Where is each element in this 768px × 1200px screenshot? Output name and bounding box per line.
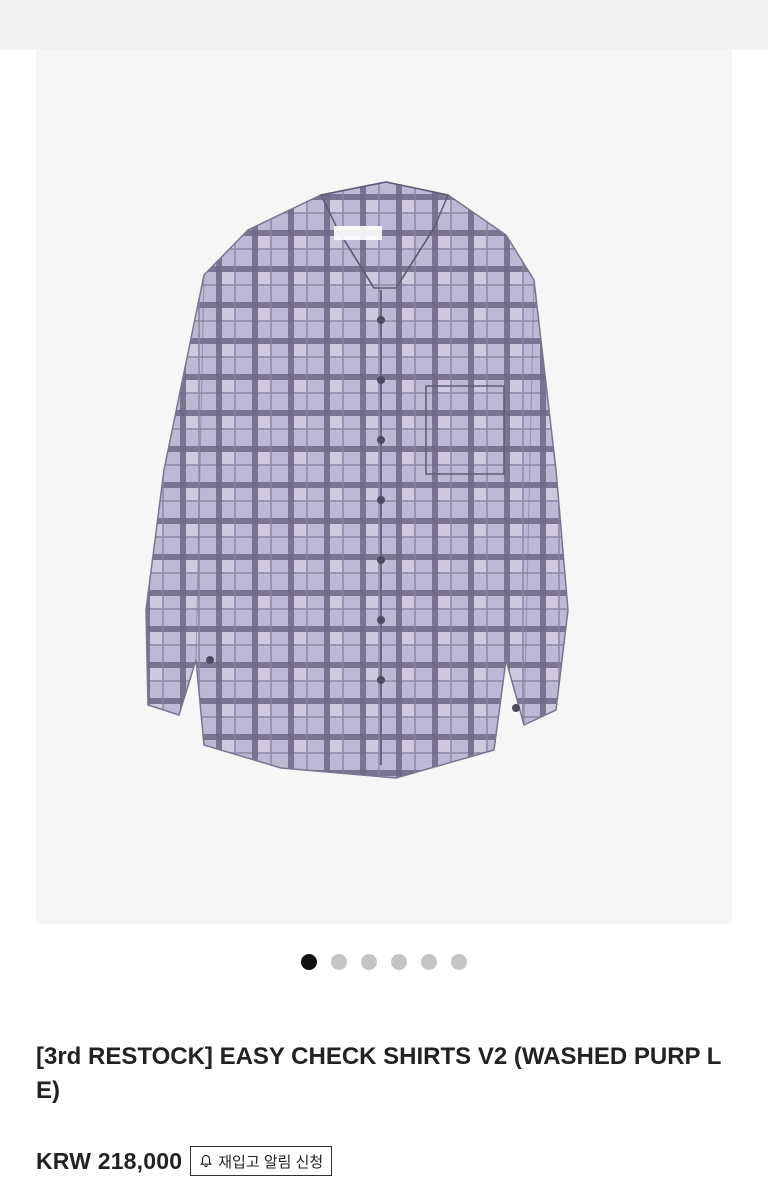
carousel-dot-4[interactable] (391, 954, 407, 970)
carousel-dot-6[interactable] (451, 954, 467, 970)
price-row: KRW 218,000 재입고 알림 신청 (36, 1144, 333, 1178)
restock-notify-button[interactable]: 재입고 알림 신청 (190, 1146, 333, 1176)
restock-notify-label: 재입고 알림 신청 (218, 1153, 324, 1171)
product-image[interactable] (36, 50, 732, 924)
carousel-dot-2[interactable] (331, 954, 347, 970)
top-bar (0, 0, 768, 50)
bell-icon (199, 1154, 213, 1168)
product-price: KRW 218,000 (36, 1147, 183, 1174)
carousel-dot-3[interactable] (361, 954, 377, 970)
product-title: [3rd RESTOCK] EASY CHECK SHIRTS V2 (WASH… (36, 1043, 722, 1104)
carousel-dot-5[interactable] (421, 954, 437, 970)
carousel-indicator (0, 953, 768, 971)
carousel-dot-1[interactable] (301, 954, 317, 970)
